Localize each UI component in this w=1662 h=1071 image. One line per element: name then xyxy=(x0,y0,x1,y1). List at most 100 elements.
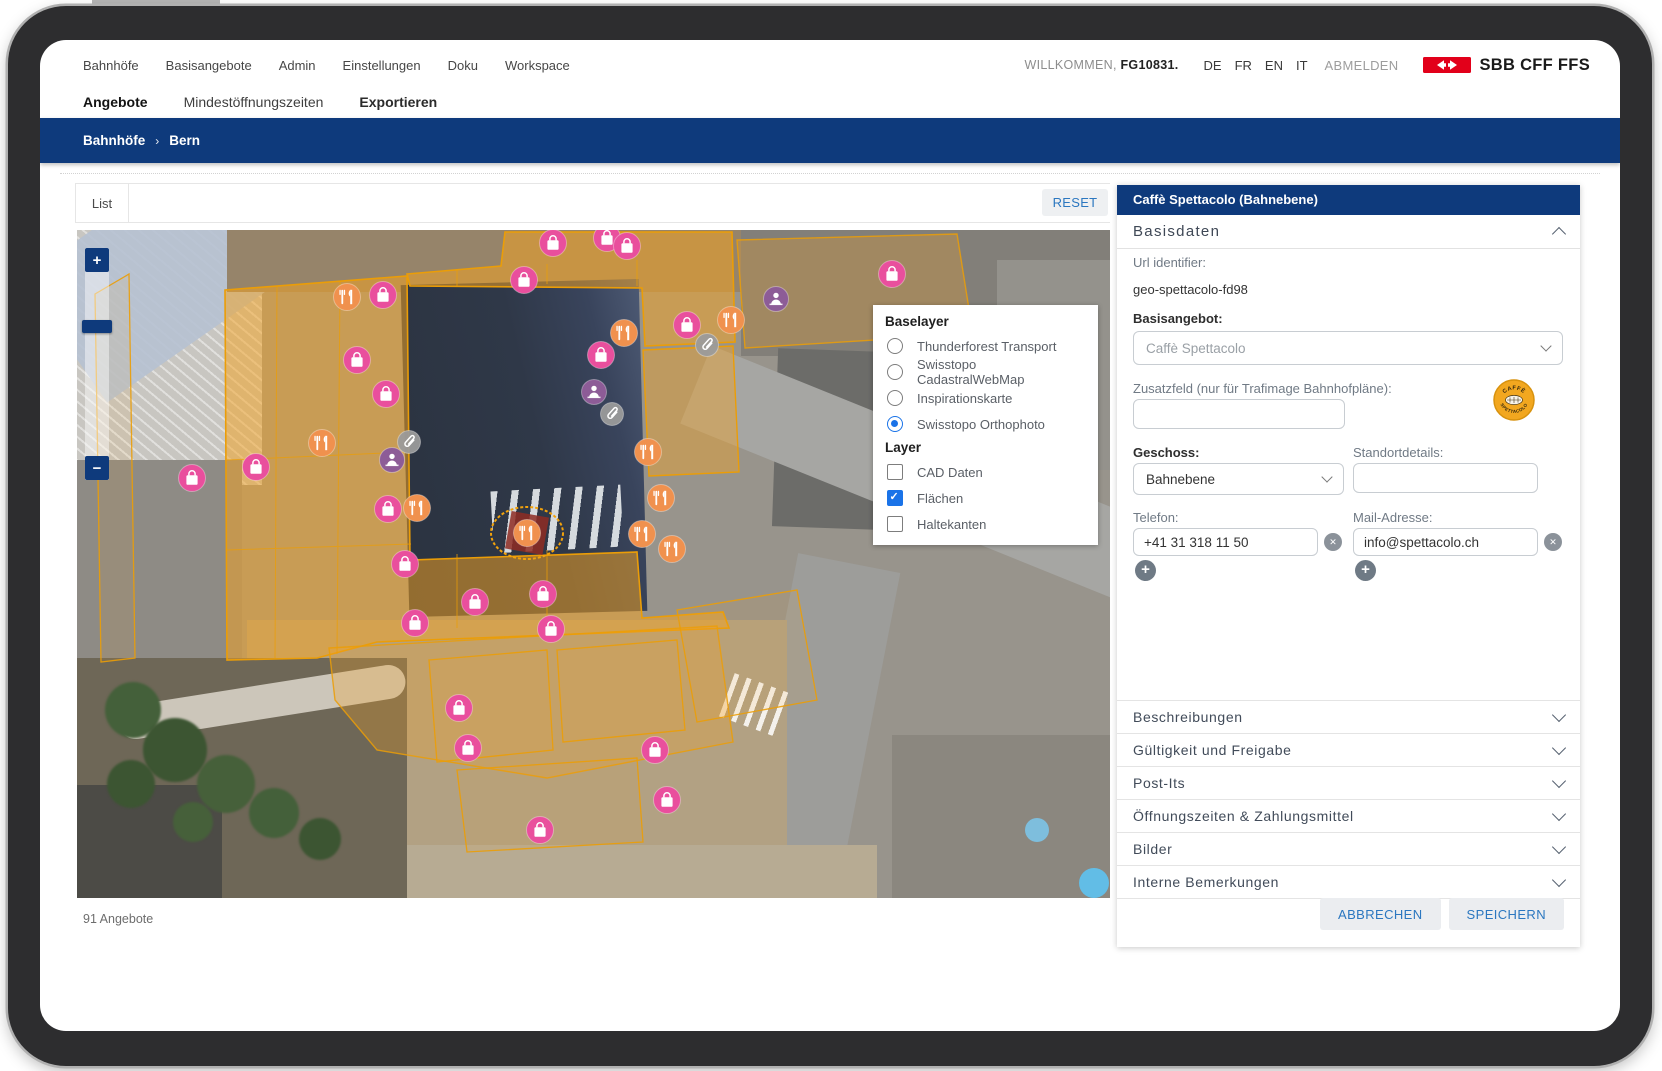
map-marker-shop[interactable] xyxy=(511,267,538,294)
zoom-slider-handle[interactable] xyxy=(82,320,112,333)
layer-option-cad-daten[interactable]: CAD Daten xyxy=(873,459,1098,485)
map-marker-service[interactable] xyxy=(764,287,789,312)
baselayer-option-cadastralwebmap[interactable]: Swisstopo CadastralWebMap xyxy=(873,359,1098,385)
lang-en[interactable]: EN xyxy=(1263,58,1285,73)
section-gueltigkeit-und-freigabe[interactable]: Gültigkeit und Freigabe xyxy=(1117,733,1580,766)
welcome-text: WILLKOMMEN, FG10831. xyxy=(1025,58,1179,72)
cancel-button[interactable]: ABBRECHEN xyxy=(1320,898,1441,930)
layer-option-flaechen[interactable]: Flächen xyxy=(873,485,1098,511)
chevron-down-icon xyxy=(1321,471,1332,482)
nav-item-doku[interactable]: Doku xyxy=(448,58,478,73)
telefon-input[interactable] xyxy=(1133,528,1318,556)
radio-selected-icon xyxy=(887,416,903,432)
chevron-down-icon xyxy=(1552,774,1566,788)
caffe-spettacolo-logo: CAFFÈ SPETTACOLO xyxy=(1493,379,1535,421)
section-interne-bemerkungen[interactable]: Interne Bemerkungen xyxy=(1117,865,1580,899)
baselayer-option-inspirationskarte[interactable]: Inspirationskarte xyxy=(873,385,1098,411)
map-marker-food[interactable] xyxy=(718,307,745,334)
map-marker-service[interactable] xyxy=(380,448,405,473)
baselayer-option-orthophoto[interactable]: Swisstopo Orthophoto xyxy=(873,411,1098,437)
map-marker-food[interactable] xyxy=(611,320,638,347)
mail-input[interactable] xyxy=(1353,528,1538,556)
map-marker-shop[interactable] xyxy=(373,381,400,408)
reset-button[interactable]: RESET xyxy=(1042,189,1108,216)
map-marker-attachment[interactable] xyxy=(696,334,719,357)
map-marker-shop[interactable] xyxy=(674,312,701,339)
tab-angebote[interactable]: Angebote xyxy=(83,94,148,110)
nav-item-admin[interactable]: Admin xyxy=(279,58,316,73)
section-post-its[interactable]: Post-Its xyxy=(1117,766,1580,799)
map-marker-shop[interactable] xyxy=(879,261,906,288)
lang-it[interactable]: IT xyxy=(1294,58,1310,73)
map-marker-shop[interactable] xyxy=(344,347,371,374)
standortdetails-input[interactable] xyxy=(1353,463,1538,493)
map-marker-shop[interactable] xyxy=(243,454,270,481)
logout-link[interactable]: ABMELDEN xyxy=(1325,58,1399,73)
lang-de[interactable]: DE xyxy=(1202,58,1224,73)
secondary-nav: Angebote Mindestöffnungszeiten Exportier… xyxy=(83,84,437,120)
section-beschreibungen[interactable]: Beschreibungen xyxy=(1117,700,1580,733)
map-marker-food[interactable] xyxy=(629,521,656,548)
nav-item-einstellungen[interactable]: Einstellungen xyxy=(343,58,421,73)
zoom-out-button[interactable]: − xyxy=(85,456,109,480)
map-marker-shop[interactable] xyxy=(654,787,681,814)
map-marker-food[interactable] xyxy=(334,284,361,311)
chevron-up-icon xyxy=(1552,227,1566,241)
map-marker-shop[interactable] xyxy=(446,695,473,722)
map-marker-shop[interactable] xyxy=(455,735,482,762)
zusatzfeld-input[interactable] xyxy=(1133,399,1345,429)
geschoss-select[interactable]: Bahnebene xyxy=(1133,463,1344,495)
breadcrumb-bern: Bern xyxy=(169,133,200,148)
map-marker-food[interactable] xyxy=(659,536,686,563)
map-marker-attachment[interactable] xyxy=(601,403,624,426)
tab-exportieren[interactable]: Exportieren xyxy=(359,94,437,110)
baselayer-option-thunderforest[interactable]: Thunderforest Transport xyxy=(873,333,1098,359)
section-basisdaten[interactable]: Basisdaten xyxy=(1117,215,1580,249)
map-marker-shop[interactable] xyxy=(538,616,565,643)
nav-item-bahnhoefe[interactable]: Bahnhöfe xyxy=(83,58,139,73)
checkbox-icon xyxy=(887,516,903,532)
clear-mail-icon[interactable]: ✕ xyxy=(1544,533,1562,551)
lang-fr[interactable]: FR xyxy=(1233,58,1254,73)
map-marker-shop[interactable] xyxy=(614,233,641,260)
tab-list[interactable]: List xyxy=(75,184,129,222)
map-marker-service[interactable] xyxy=(582,380,607,405)
map-marker-shop[interactable] xyxy=(540,230,567,257)
add-mail-button[interactable]: + xyxy=(1355,560,1376,581)
section-bilder[interactable]: Bilder xyxy=(1117,832,1580,865)
zoom-in-button[interactable]: + xyxy=(85,248,109,272)
zoom-slider[interactable] xyxy=(85,248,109,480)
map-marker-shop[interactable] xyxy=(402,610,429,637)
map-marker-food-selected[interactable] xyxy=(491,507,563,559)
map-marker-food[interactable] xyxy=(404,495,431,522)
tab-mindestoeffnungszeiten[interactable]: Mindestöffnungszeiten xyxy=(184,94,324,110)
map-marker-food[interactable] xyxy=(648,485,675,512)
map-marker-food[interactable] xyxy=(635,439,662,466)
map-marker-shop[interactable] xyxy=(375,496,402,523)
map-marker-shop[interactable] xyxy=(588,342,615,369)
layer-option-haltekanten[interactable]: Haltekanten xyxy=(873,511,1098,537)
breadcrumb-bahnhoefe[interactable]: Bahnhöfe xyxy=(83,133,145,148)
map-marker-shop[interactable] xyxy=(527,817,554,844)
url-identifier-label: Url identifier: xyxy=(1133,255,1206,270)
nav-item-basisangebote[interactable]: Basisangebote xyxy=(166,58,252,73)
map-marker-shop[interactable] xyxy=(370,282,397,309)
sbb-flag-icon xyxy=(1423,57,1471,73)
map-marker-shop[interactable] xyxy=(179,465,206,492)
map-marker-shop[interactable] xyxy=(462,589,489,616)
map-marker-shop[interactable] xyxy=(392,551,419,578)
clear-telefon-icon[interactable]: ✕ xyxy=(1324,533,1342,551)
map-marker-shop[interactable] xyxy=(642,737,669,764)
map-marker-shop[interactable] xyxy=(530,581,557,608)
basisangebot-select[interactable]: Caffè Spettacolo xyxy=(1133,331,1563,365)
radio-icon xyxy=(887,364,903,380)
map-canvas[interactable]: + − Baselayer Thunderforest Transport Sw… xyxy=(77,230,1110,898)
save-button[interactable]: SPEICHERN xyxy=(1449,898,1564,930)
nav-item-workspace[interactable]: Workspace xyxy=(505,58,570,73)
breadcrumb: Bahnhöfe › Bern xyxy=(40,118,1620,163)
map-marker-food[interactable] xyxy=(309,430,336,457)
panel-title: Caffè Spettacolo (Bahnebene) xyxy=(1117,185,1580,215)
map-marker-attachment[interactable] xyxy=(398,431,421,454)
section-oeffnungszeiten-zahlungsmittel[interactable]: Öffnungszeiten & Zahlungsmittel xyxy=(1117,799,1580,832)
add-telefon-button[interactable]: + xyxy=(1135,560,1156,581)
